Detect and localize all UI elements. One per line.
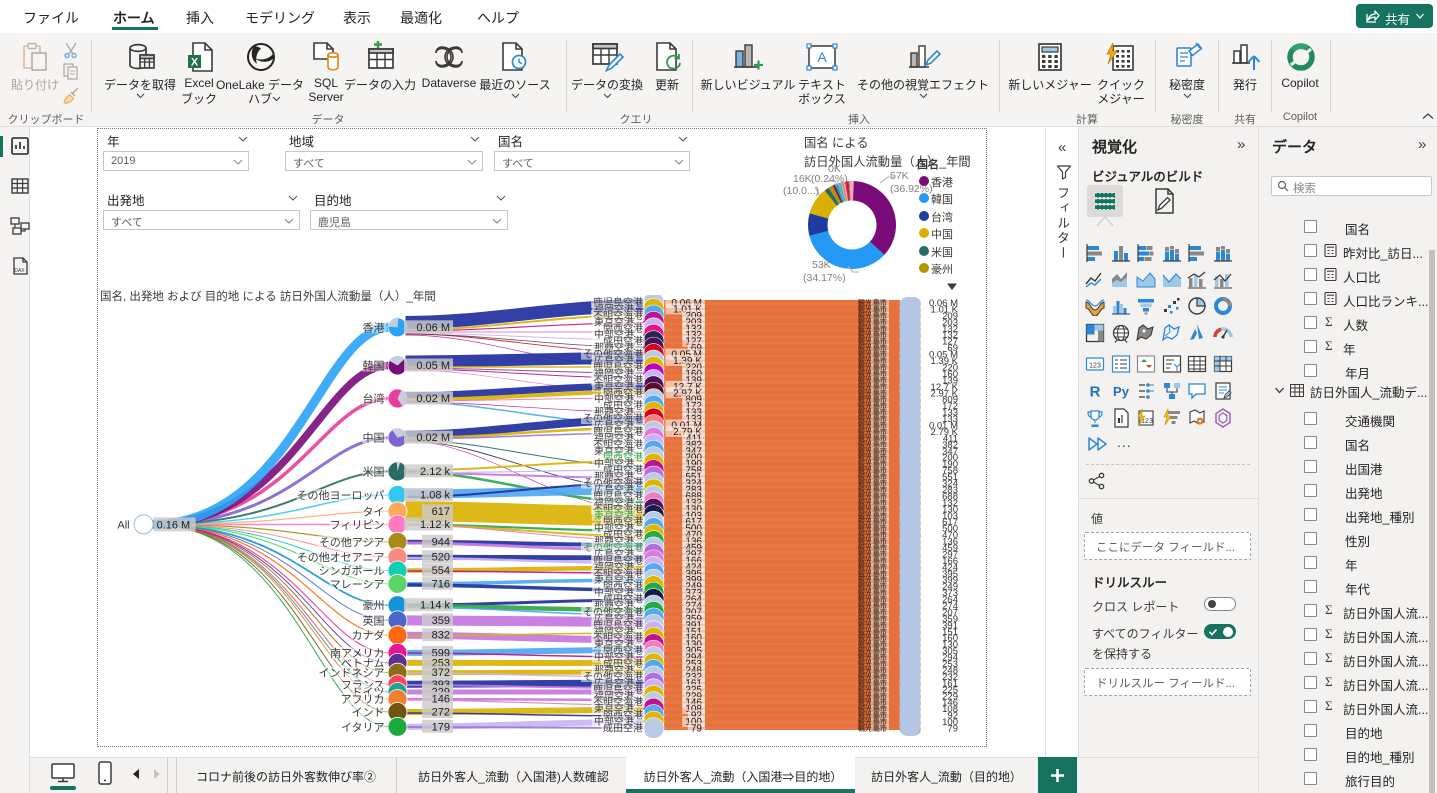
svg-text:香港: 香港 [363,321,385,334]
svg-text:0.06 M: 0.06 M [416,322,450,334]
svg-text:359: 359 [432,615,450,627]
svg-text:その他オセアニア: その他オセアニア [297,551,385,564]
svg-text:米国: 米国 [363,465,385,478]
svg-text:イタリア: イタリア [341,721,385,734]
svg-text:アフリカ: アフリカ [341,693,385,706]
svg-text:韓国: 韓国 [363,360,385,373]
svg-text:1.12 k: 1.12 k [420,519,450,531]
svg-text:146: 146 [432,694,450,706]
svg-text:520: 520 [432,552,450,564]
svg-text:台湾: 台湾 [363,392,385,406]
svg-text:79: 79 [691,724,703,735]
svg-text:その他ヨーロッパ: その他ヨーロッパ [297,489,385,502]
svg-text:Py: Py [1113,384,1130,399]
svg-text:617: 617 [432,506,450,518]
svg-text:79: 79 [947,724,958,735]
svg-text:フィリピン: フィリピン [330,519,385,532]
svg-text:X: X [191,57,199,69]
svg-text:2.12 k: 2.12 k [420,466,450,478]
svg-text:123: 123 [1089,363,1101,370]
svg-text:カナダ: カナダ [352,628,385,642]
svg-text:タイ: タイ [363,505,385,518]
svg-text:1.08 k: 1.08 k [420,490,450,502]
svg-text:272: 272 [432,707,450,719]
svg-text:0.02 M: 0.02 M [416,393,450,405]
svg-text:0.05 M: 0.05 M [416,360,450,372]
svg-text:554: 554 [432,565,450,577]
svg-text:944: 944 [432,536,450,548]
svg-text:1.14 k: 1.14 k [420,600,450,612]
svg-text:インドネシア: インドネシア [319,667,385,680]
svg-text:All: All [117,519,129,531]
svg-text:A: A [817,49,827,65]
svg-text:マレーシア: マレーシア [330,579,385,591]
svg-text:中国: 中国 [363,432,385,445]
svg-text:179: 179 [432,721,450,733]
svg-text:0.16 M: 0.16 M [157,519,191,531]
svg-text:英国: 英国 [363,613,385,627]
svg-text:インド: インド [352,707,385,719]
svg-text:島市: 島市 [873,724,887,733]
svg-text:その他アジア: その他アジア [319,536,385,549]
svg-text:716: 716 [432,578,450,590]
svg-text:シンガポール: シンガポール [319,565,385,578]
svg-text:成田空港: 成田空港 [603,722,643,735]
svg-text:832: 832 [432,630,450,642]
svg-text:0.02 M: 0.02 M [416,432,450,444]
svg-text:R: R [1090,384,1101,401]
svg-text:DAX: DAX [14,268,25,274]
svg-text:豪州: 豪州 [363,598,385,612]
